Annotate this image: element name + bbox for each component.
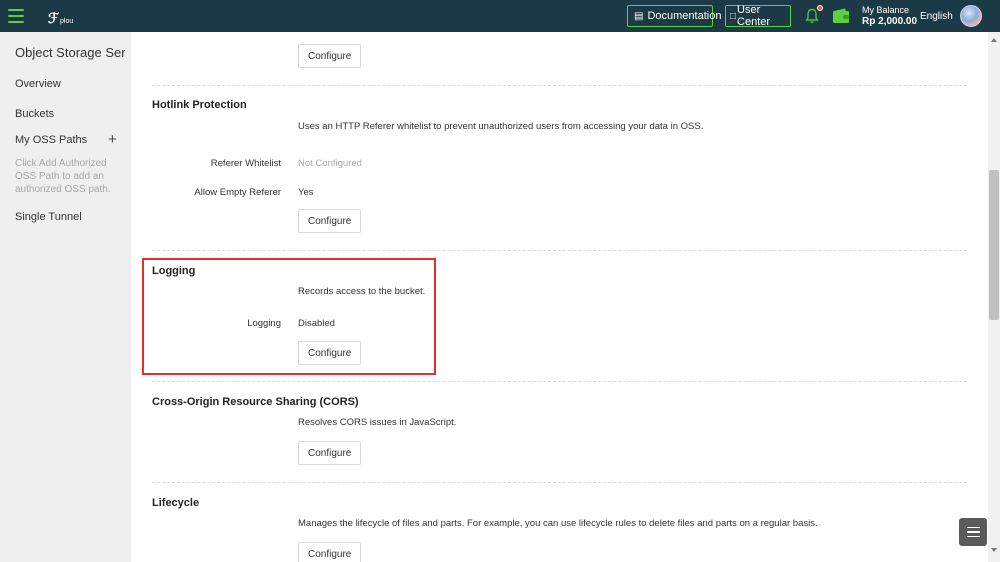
lifecycle-title: Lifecycle: [152, 497, 200, 509]
avatar[interactable]: [960, 5, 982, 27]
sidebar-item-buckets[interactable]: Buckets: [15, 108, 54, 120]
logging-status-label: Logging: [247, 318, 281, 329]
logging-configure-button[interactable]: Configure: [298, 341, 362, 365]
bell-icon[interactable]: [805, 8, 819, 24]
scroll-up-arrow-icon[interactable]: [991, 38, 997, 42]
allow-empty-referer-value: Yes: [298, 187, 314, 198]
referer-whitelist-label: Referer Whitelist: [210, 158, 281, 169]
add-oss-path-button[interactable]: +: [108, 132, 117, 147]
sidebar-item-single-tunnel[interactable]: Single Tunnel: [15, 211, 82, 223]
brand-logo[interactable]: ℱ plou: [48, 8, 73, 26]
user-center-label: User Center: [737, 4, 771, 28]
wallet-icon[interactable]: [832, 8, 850, 24]
hotlink-protection-title: Hotlink Protection: [152, 99, 247, 111]
logo-text: plou: [60, 18, 74, 25]
language-selector[interactable]: English: [920, 11, 953, 22]
top-navigation-bar: ℱ plou ▤ Documentation □ User Center My …: [0, 0, 1000, 32]
referer-whitelist-value: Not Configured: [298, 158, 362, 169]
logging-status-value: Disabled: [298, 318, 335, 329]
lifecycle-configure-button[interactable]: Configure: [298, 542, 362, 562]
documentation-label: Documentation: [647, 10, 722, 22]
floating-menu-button[interactable]: [959, 518, 987, 546]
section-divider: [152, 482, 967, 483]
vertical-scrollbar[interactable]: [988, 32, 1000, 562]
hamburger-menu-icon[interactable]: [8, 9, 24, 23]
section-divider: [152, 381, 967, 382]
balance-label: My Balance: [862, 5, 910, 15]
cors-title: Cross-Origin Resource Sharing (CORS): [152, 396, 359, 408]
cors-description: Resolves CORS issues in JavaScript.: [298, 417, 457, 428]
hotlink-protection-description: Uses an HTTP Referer whitelist to preven…: [298, 121, 704, 132]
notification-badge: [817, 5, 823, 11]
section-divider: [152, 250, 967, 251]
balance-amount: Rp 2,000.00: [862, 16, 918, 27]
sidebar-hint: Click Add Authorized OSS Path to add an …: [15, 158, 111, 195]
lifecycle-description: Manages the lifecycle of files and parts…: [298, 518, 818, 529]
logo-mark: ℱ: [48, 11, 60, 27]
document-icon: ▤: [634, 10, 644, 22]
section-divider: [152, 85, 967, 86]
main-content: Configure Hotlink Protection Uses an HTT…: [131, 32, 988, 562]
sidebar-item-overview[interactable]: Overview: [15, 78, 61, 90]
sidebar-title: Object Storage Ser...: [15, 45, 125, 60]
sidebar-item-my-oss-paths[interactable]: My OSS Paths: [15, 134, 87, 146]
allow-empty-referer-label: Allow Empty Referer: [194, 187, 281, 198]
user-center-button[interactable]: □ User Center: [725, 4, 791, 28]
scroll-down-arrow-icon[interactable]: [991, 548, 997, 552]
configure-button-top[interactable]: Configure: [298, 44, 362, 68]
logging-title: Logging: [152, 265, 196, 277]
monitor-icon: □: [730, 10, 737, 22]
sidebar: Object Storage Ser... Overview Buckets M…: [0, 32, 131, 562]
hotlink-configure-button[interactable]: Configure: [298, 209, 362, 233]
documentation-button[interactable]: ▤ Documentation: [627, 5, 721, 27]
logging-description: Records access to the bucket.: [298, 286, 426, 297]
cors-configure-button[interactable]: Configure: [298, 441, 362, 465]
balance-display[interactable]: My Balance Rp 2,000.00: [862, 5, 917, 27]
scrollbar-thumb[interactable]: [989, 170, 999, 320]
